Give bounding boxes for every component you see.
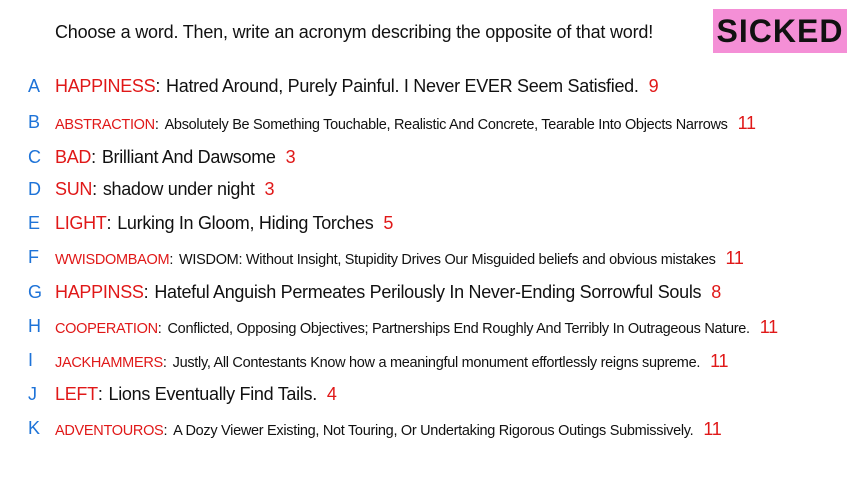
entry-word: ADVENTOUROS	[55, 423, 164, 439]
entry-letter: E	[28, 213, 41, 233]
entry-letter: D	[28, 179, 41, 199]
entry-word: HAPPINSS	[55, 282, 144, 302]
entry-word: ABSTRACTION	[55, 117, 155, 133]
entry-colon: :	[97, 384, 103, 404]
entry-count: 11	[737, 113, 756, 133]
entry-colon: :	[157, 321, 162, 337]
entry-colon: :	[92, 179, 97, 199]
entry-letter: G	[28, 282, 43, 302]
entry-count: 4	[326, 384, 337, 404]
entry-acronym: Hateful Anguish Permeates Perilously In …	[154, 282, 702, 302]
entry-count: 11	[703, 419, 722, 439]
entry-acronym: shadow under night	[102, 179, 255, 199]
entry-word: SUN	[55, 179, 93, 199]
entry-acronym: Justly, All Contestants Know how a meani…	[172, 355, 701, 371]
entry-acronym: Lions Eventually Find Tails.	[108, 384, 318, 404]
entry-count: 5	[383, 213, 394, 233]
entry-letter: K	[28, 418, 41, 438]
entry-acronym: Hatred Around, Purely Painful. I Never E…	[166, 76, 639, 96]
entry-colon: :	[154, 117, 159, 133]
entry-count: 8	[711, 282, 721, 302]
entry-word: HAPPINESS	[55, 76, 156, 96]
entry-word: COOPERATION	[55, 321, 158, 337]
entry-letter: B	[28, 112, 41, 132]
entry-word: JACKHAMMERS	[55, 355, 163, 371]
player-name-badge: SICKED	[713, 9, 847, 53]
entry-colon: :	[143, 282, 149, 302]
entry-letter: H	[28, 316, 41, 336]
entry-word: WWISDOMBAOM	[55, 252, 170, 268]
entry-colon: :	[155, 76, 161, 96]
entry-letter: A	[28, 76, 41, 96]
entry-letter: I	[28, 350, 34, 370]
entry-word: LEFT	[55, 384, 98, 404]
entry-count: 11	[725, 248, 744, 268]
entry-letter: C	[28, 147, 41, 167]
entry-acronym: Brilliant And Dawsome	[101, 147, 276, 167]
entry-count: 3	[285, 147, 296, 167]
entry-colon: :	[162, 355, 167, 371]
entry-acronym: A Dozy Viewer Existing, Not Touring, Or …	[173, 423, 694, 439]
entry-count: 11	[710, 351, 729, 371]
entry-letter: F	[28, 247, 39, 267]
entry-colon: :	[91, 147, 96, 167]
entry-count: 3	[264, 179, 275, 199]
entry-word: BAD	[55, 147, 92, 167]
entry-acronym: Lurking In Gloom, Hiding Torches	[117, 213, 374, 233]
entry-colon: :	[163, 423, 168, 439]
entry-word: LIGHT	[55, 213, 107, 233]
entry-colon: :	[106, 213, 112, 233]
entry-colon: :	[169, 252, 174, 268]
entry-acronym: WISDOM: Without Insight, Stupidity Drive…	[179, 252, 716, 268]
entry-acronym: Conflicted, Opposing Objectives; Partner…	[167, 321, 751, 337]
entry-acronym: Absolutely Be Something Touchable, Reali…	[164, 117, 728, 133]
entry-letter: J	[28, 384, 37, 404]
entry-count: 11	[759, 317, 778, 337]
entry-count: 9	[648, 76, 659, 96]
prompt-text: Choose a word. Then, write an acronym de…	[55, 22, 654, 42]
